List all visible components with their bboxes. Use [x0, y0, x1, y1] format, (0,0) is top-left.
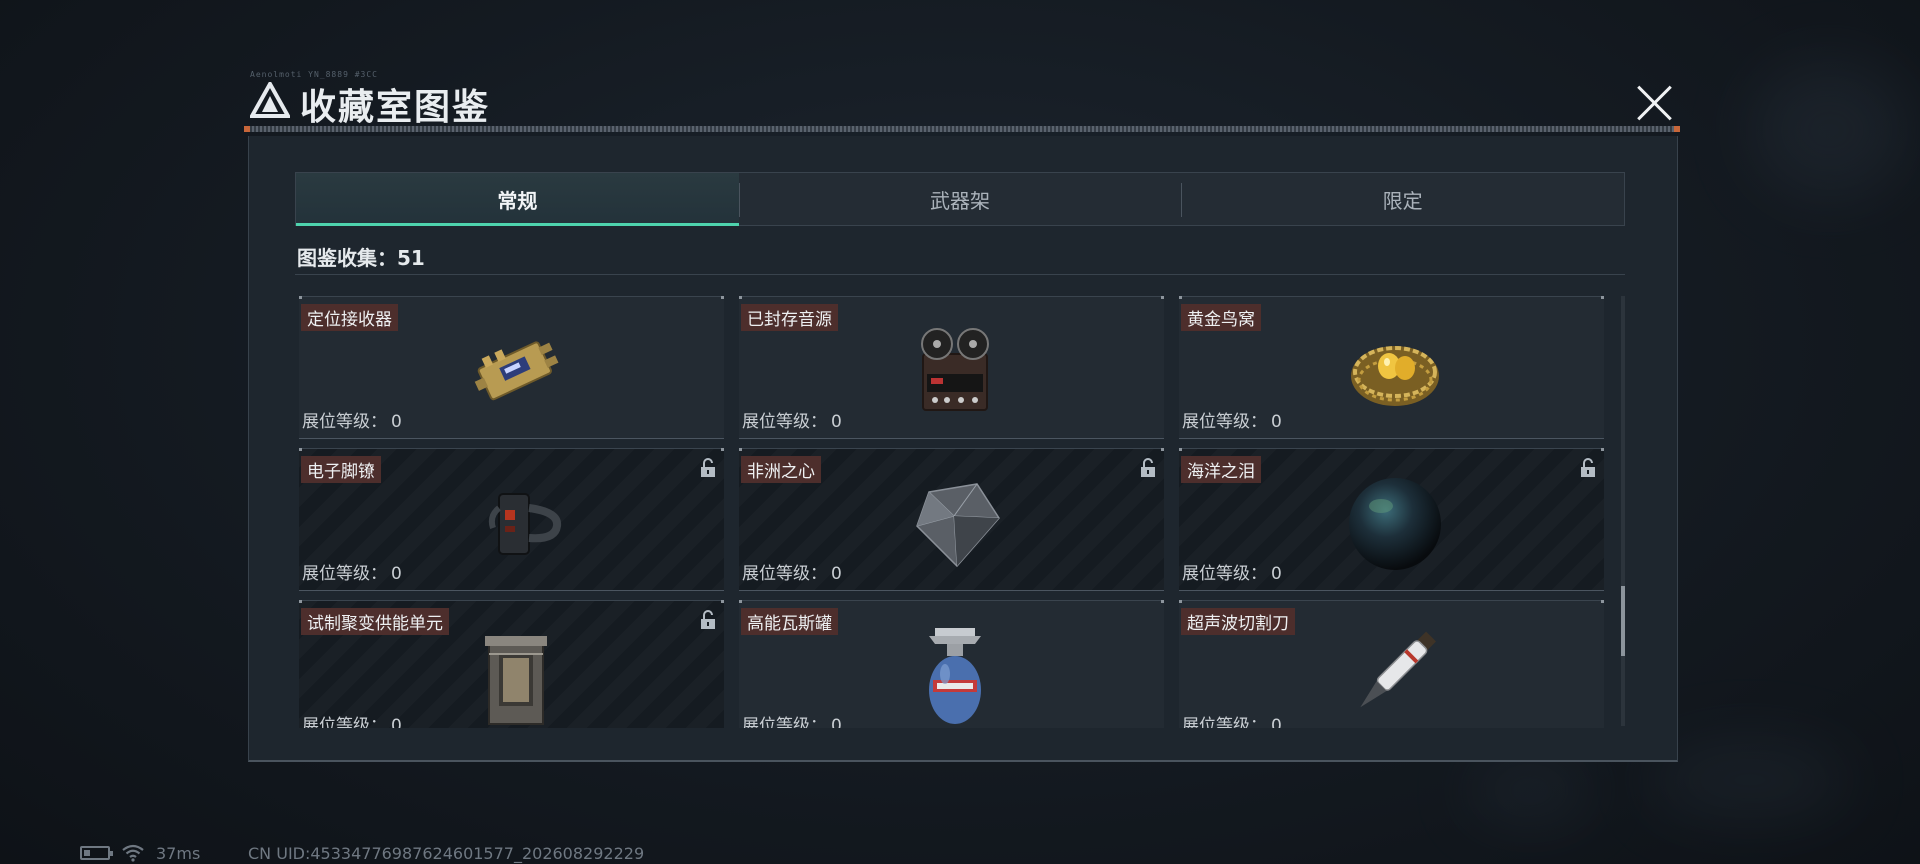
- level-value: 0: [831, 564, 842, 584]
- item-name: 已封存音源: [741, 304, 838, 331]
- tab-weapon-rack[interactable]: 武器架: [738, 173, 1182, 225]
- tape-recorder-icon: [921, 328, 989, 411]
- item-name: 非洲之心: [741, 456, 821, 483]
- collection-count: 图鉴收集：51: [297, 242, 1625, 272]
- level-label: 展位等级：: [1182, 412, 1267, 432]
- ping-text: 37ms: [156, 844, 201, 863]
- receiver-icon: [474, 341, 559, 401]
- wifi-icon: [122, 844, 144, 862]
- item-card[interactable]: 高能瓦斯罐 展位等级： 0: [739, 600, 1164, 728]
- item-level: 展位等级： 0: [1182, 407, 1282, 432]
- item-level: 展位等级： 0: [302, 559, 402, 584]
- level-label: 展位等级：: [742, 716, 827, 728]
- item-level: 展位等级： 0: [1182, 559, 1282, 584]
- uid-text: CN UID:4533477698762460​1577_20260829222…: [248, 844, 645, 863]
- triangle-logo-icon: [250, 82, 290, 118]
- item-card[interactable]: 非洲之心 展位等级： 0: [739, 448, 1164, 591]
- level-value: 0: [1271, 716, 1282, 728]
- item-card[interactable]: 超声波切割刀 展位等级： 0: [1179, 600, 1604, 728]
- item-name: 黄金鸟窝: [1181, 304, 1261, 331]
- item-level: 展位等级： 0: [742, 559, 842, 584]
- item-card[interactable]: 黄金鸟窝 展位等级： 0: [1179, 296, 1604, 439]
- level-value: 0: [1271, 564, 1282, 584]
- gas-canister-icon: [929, 628, 981, 724]
- item-grid: 定位接收器 展位等级： 0 已封存音源 展位等级： 0 黄金鸟窝 展位等级： 0…: [299, 296, 1615, 728]
- item-level: 展位等级： 0: [302, 711, 402, 728]
- pearl-icon: [1349, 478, 1441, 570]
- page-title: 收藏室图鉴: [300, 87, 491, 128]
- item-level: 展位等级： 0: [742, 711, 842, 728]
- header-divider: [244, 126, 1680, 132]
- item-level: 展位等级： 0: [742, 407, 842, 432]
- level-label: 展位等级：: [302, 412, 387, 432]
- item-level: 展位等级： 0: [1182, 711, 1282, 728]
- ankle-monitor-icon: [488, 493, 562, 555]
- header-accent-left: [244, 126, 250, 132]
- item-level: 展位等级： 0: [302, 407, 402, 432]
- collection-panel: 常规 武器架 限定 图鉴收集：51 定位接收器 展位等级： 0 已封存音源 展位…: [248, 136, 1678, 762]
- tab-regular[interactable]: 常规: [296, 173, 739, 226]
- diamond-icon: [916, 483, 1000, 568]
- item-card[interactable]: 已封存音源 展位等级： 0: [739, 296, 1164, 439]
- level-value: 0: [831, 716, 842, 728]
- level-value: 0: [831, 412, 842, 432]
- item-name: 超声波切割刀: [1181, 608, 1295, 635]
- collection-count-label: 图鉴收集：: [297, 246, 397, 270]
- item-name: 定位接收器: [301, 304, 398, 331]
- item-card[interactable]: 试制聚变供能单元 展位等级： 0: [299, 600, 724, 728]
- item-name: 试制聚变供能单元: [301, 608, 449, 635]
- level-label: 展位等级：: [1182, 716, 1267, 728]
- golden-nest-icon: [1351, 346, 1439, 406]
- lock-icon: [1141, 458, 1155, 477]
- level-value: 0: [391, 564, 402, 584]
- level-value: 0: [391, 716, 402, 728]
- level-label: 展位等级：: [742, 412, 827, 432]
- item-card[interactable]: 定位接收器 展位等级： 0: [299, 296, 724, 439]
- battery-icon: [80, 846, 113, 860]
- level-value: 0: [391, 412, 402, 432]
- item-name: 高能瓦斯罐: [741, 608, 838, 635]
- lock-icon: [701, 458, 715, 477]
- tab-limited[interactable]: 限定: [1181, 173, 1624, 225]
- level-label: 展位等级：: [302, 716, 387, 728]
- scrollbar-thumb[interactable]: [1621, 586, 1625, 656]
- category-tabs: 常规 武器架 限定: [295, 172, 1625, 226]
- header-accent-right: [1674, 126, 1680, 132]
- fusion-unit-icon: [485, 636, 547, 725]
- grid-scrollbar[interactable]: [1621, 296, 1625, 726]
- item-card[interactable]: 海洋之泪 展位等级： 0: [1179, 448, 1604, 591]
- level-label: 展位等级：: [302, 564, 387, 584]
- level-label: 展位等级：: [742, 564, 827, 584]
- collection-count-value: 51: [397, 246, 425, 270]
- ultrasonic-cutter-icon: [1360, 631, 1437, 708]
- lock-icon: [701, 610, 715, 629]
- level-label: 展位等级：: [1182, 564, 1267, 584]
- item-name: 电子脚镣: [301, 456, 381, 483]
- dialog-header: Aenolmoti YN_8889 #3CC 收藏室图鉴: [244, 70, 1680, 134]
- item-name: 海洋之泪: [1181, 456, 1261, 483]
- level-value: 0: [1271, 412, 1282, 432]
- close-icon[interactable]: [1632, 80, 1676, 124]
- divider: [295, 274, 1625, 275]
- item-card[interactable]: 电子脚镣 展位等级： 0: [299, 448, 724, 591]
- lock-icon: [1581, 458, 1595, 477]
